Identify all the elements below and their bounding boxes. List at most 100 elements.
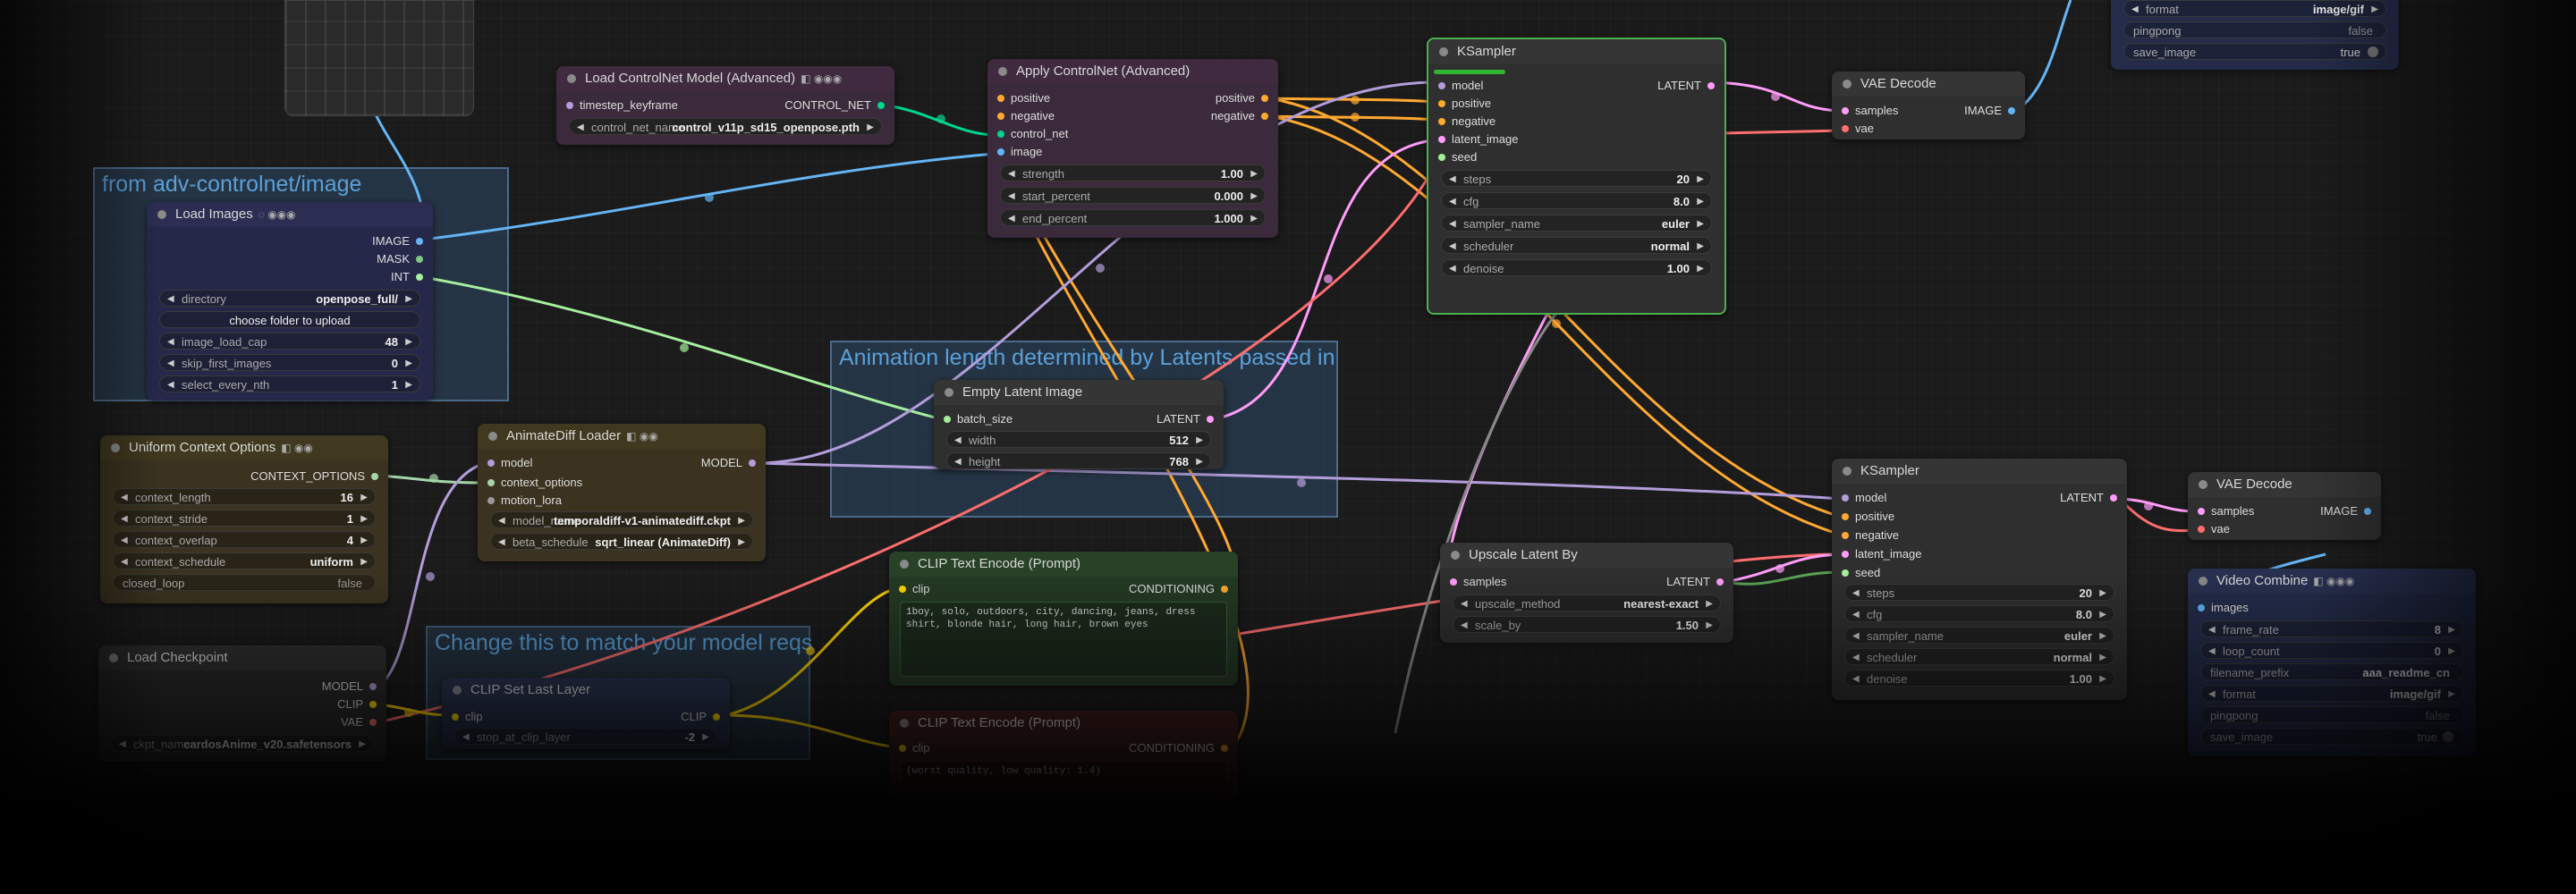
node-graph-canvas[interactable]: from adv-controlnet/image Animation leng… bbox=[0, 0, 2576, 894]
node-header[interactable]: KSampler bbox=[1428, 39, 1724, 64]
node-header[interactable]: Uniform Context Options ◧ ◉◉ bbox=[100, 435, 388, 460]
output-positive[interactable]: positive bbox=[1216, 89, 1268, 107]
widget-scheduler[interactable]: ◀ scheduler normal ▶ bbox=[1844, 648, 2114, 665]
input-latent-image[interactable]: latent_image bbox=[1842, 545, 1921, 563]
output-conditioning[interactable]: CONDITIONING bbox=[1129, 580, 1228, 598]
widget-format[interactable]: ◀ format image/gif ▶ bbox=[2200, 685, 2463, 702]
input-negative[interactable]: negative bbox=[1438, 113, 1496, 131]
output-image[interactable]: IMAGE bbox=[372, 232, 423, 250]
node-header[interactable]: CLIP Text Encode (Prompt) bbox=[889, 711, 1238, 736]
output-latent[interactable]: LATENT bbox=[1666, 573, 1724, 591]
input-image[interactable]: image bbox=[997, 143, 1042, 161]
output-model[interactable]: MODEL bbox=[322, 678, 377, 696]
widget-closed-loop[interactable]: closed_loop false bbox=[113, 574, 376, 591]
widget-cfg[interactable]: ◀ cfg 8.0 ▶ bbox=[1844, 605, 2114, 622]
widget-select-every-nth[interactable]: ◀ select_every_nth 1 ▶ bbox=[159, 375, 420, 392]
widget-scale-by[interactable]: ◀ scale_by 1.50 ▶ bbox=[1453, 616, 1721, 633]
widget-model-name[interactable]: ◀ model_name temporaldiff-v1-animatediff.c… bbox=[490, 511, 753, 528]
input-clip[interactable]: clip bbox=[452, 708, 483, 726]
output-conditioning[interactable]: CONDITIONING bbox=[1129, 739, 1228, 757]
widget-context-schedule[interactable]: ◀ context_schedule uniform ▶ bbox=[113, 552, 376, 569]
input-negative[interactable]: negative bbox=[997, 107, 1055, 125]
widget-upscale-method[interactable]: ◀ upscale_method nearest-exact ▶ bbox=[1453, 595, 1721, 611]
node-upscale-latent[interactable]: Upscale Latent By samples LATENT ◀ upscal… bbox=[1440, 543, 1733, 643]
widget-height[interactable]: ◀ height 768 ▶ bbox=[946, 452, 1211, 469]
widget-stop-at-clip-layer[interactable]: ◀ stop_at_clip_layer -2 ▶ bbox=[454, 728, 717, 745]
node-clip-text-positive[interactable]: CLIP Text Encode (Prompt) clip CONDITION… bbox=[889, 552, 1238, 686]
input-samples[interactable]: samples bbox=[1450, 573, 1506, 591]
input-positive[interactable]: positive bbox=[1842, 508, 1894, 526]
widget-control-net-name[interactable]: ◀ control_net_name control_v11p_sd15_openp… bbox=[569, 118, 882, 135]
node-header[interactable]: KSampler bbox=[1832, 459, 2127, 484]
node-header[interactable]: VAE Decode bbox=[2188, 472, 2381, 497]
node-clip-set-last-layer[interactable]: CLIP Set Last Layer clip CLIP ◀ stop_at_c… bbox=[442, 678, 730, 749]
widget-denoise[interactable]: ◀ denoise 1.00 ▶ bbox=[1441, 259, 1712, 276]
output-latent[interactable]: LATENT bbox=[1657, 77, 1715, 95]
node-header[interactable]: CLIP Text Encode (Prompt) bbox=[889, 552, 1238, 577]
widget-filename-prefix[interactable]: filename_prefix aaa_readme_cn bbox=[2200, 663, 2463, 680]
widget-pingpong[interactable]: pingpong false bbox=[2200, 706, 2463, 723]
output-model[interactable]: MODEL bbox=[701, 454, 756, 472]
widget-start-percent[interactable]: ◀ start_percent 0.000 ▶ bbox=[1000, 187, 1266, 204]
widget-format[interactable]: ◀ format image/gif ▶ bbox=[2123, 0, 2386, 17]
node-empty-latent[interactable]: Empty Latent Image batch_size LATENT ◀ wi… bbox=[934, 380, 1224, 469]
widget-sampler-name[interactable]: ◀ sampler_name euler ▶ bbox=[1844, 627, 2114, 644]
widget-denoise[interactable]: ◀ denoise 1.00 ▶ bbox=[1844, 670, 2114, 687]
input-vae[interactable]: vae bbox=[2198, 520, 2230, 538]
output-latent[interactable]: LATENT bbox=[1157, 410, 1214, 428]
widget-loop-count[interactable]: ◀ loop_count 0 ▶ bbox=[2200, 642, 2463, 659]
input-clip[interactable]: clip bbox=[899, 739, 930, 757]
node-ksampler-1[interactable]: KSampler model LATENT positive negative … bbox=[1427, 38, 1726, 315]
output-int[interactable]: INT bbox=[391, 268, 423, 286]
input-vae[interactable]: vae bbox=[1842, 120, 1874, 138]
widget-beta-schedule[interactable]: ◀ beta_schedule sqrt_linear (AnimateDiff) ▶ bbox=[490, 533, 753, 550]
widget-width[interactable]: ◀ width 512 ▶ bbox=[946, 431, 1211, 448]
node-header[interactable]: Empty Latent Image bbox=[934, 380, 1224, 405]
node-animatediff-loader[interactable]: AnimateDiff Loader ◧ ◉◉ model MODEL conte… bbox=[478, 424, 766, 561]
output-vae[interactable]: VAE bbox=[341, 713, 377, 731]
input-samples[interactable]: samples bbox=[1842, 102, 1898, 120]
input-seed[interactable]: seed bbox=[1438, 148, 1477, 166]
output-clip[interactable]: CLIP bbox=[681, 708, 720, 726]
widget-save-image[interactable]: save_image true bbox=[2123, 43, 2386, 60]
input-images[interactable]: images bbox=[2198, 599, 2249, 617]
input-clip[interactable]: clip bbox=[899, 580, 930, 598]
input-context-options[interactable]: context_options bbox=[487, 474, 582, 492]
node-header[interactable]: Apply ControlNet (Advanced) bbox=[987, 59, 1278, 84]
output-control-net[interactable]: CONTROL_NET bbox=[784, 97, 885, 114]
input-positive[interactable]: positive bbox=[997, 89, 1050, 107]
choose-folder-button[interactable]: choose folder to upload bbox=[159, 311, 420, 328]
node-vae-decode-2[interactable]: VAE Decode samples IMAGE vae bbox=[2188, 472, 2381, 540]
node-header[interactable]: Load ControlNet Model (Advanced) ◧ ◉◉◉ bbox=[556, 66, 894, 91]
widget-context-length[interactable]: ◀ context_length 16 ▶ bbox=[113, 488, 376, 505]
node-header[interactable]: Load Images ◌ ◉◉◉ bbox=[147, 202, 433, 227]
input-negative[interactable]: negative bbox=[1842, 527, 1899, 544]
input-timestep-keyframe[interactable]: timestep_keyframe bbox=[566, 97, 678, 114]
widget-save-image[interactable]: save_image true bbox=[2200, 728, 2463, 745]
node-apply-controlnet[interactable]: Apply ControlNet (Advanced) positive pos… bbox=[987, 59, 1278, 238]
input-seed[interactable]: seed bbox=[1842, 564, 1880, 582]
node-clip-text-negative[interactable]: CLIP Text Encode (Prompt) clip CONDITION… bbox=[889, 711, 1238, 809]
input-control-net[interactable]: control_net bbox=[997, 125, 1068, 143]
widget-pingpong[interactable]: pingpong false bbox=[2123, 21, 2386, 38]
node-video-combine[interactable]: Video Combine ◧ ◉◉◉ images ◀ frame_rate 8 ▶ … bbox=[2188, 569, 2476, 756]
node-header[interactable]: Upscale Latent By bbox=[1440, 543, 1733, 568]
output-context-options[interactable]: CONTEXT_OPTIONS bbox=[250, 468, 378, 485]
output-clip[interactable]: CLIP bbox=[337, 696, 377, 713]
prompt-textarea[interactable]: (worst quality, low quality: 1.4) bbox=[900, 761, 1227, 800]
node-header[interactable]: Load Checkpoint bbox=[98, 645, 386, 670]
output-image[interactable]: IMAGE bbox=[2320, 502, 2371, 520]
output-image[interactable]: IMAGE bbox=[1964, 102, 2015, 120]
node-header[interactable]: VAE Decode bbox=[1832, 72, 2025, 97]
widget-cfg[interactable]: ◀ cfg 8.0 ▶ bbox=[1441, 192, 1712, 209]
node-header[interactable]: CLIP Set Last Layer bbox=[442, 678, 730, 703]
widget-context-overlap[interactable]: ◀ context_overlap 4 ▶ bbox=[113, 531, 376, 548]
node-vae-decode-1[interactable]: VAE Decode samples IMAGE vae bbox=[1832, 72, 2025, 139]
widget-context-stride[interactable]: ◀ context_stride 1 ▶ bbox=[113, 510, 376, 527]
output-latent[interactable]: LATENT bbox=[2060, 489, 2117, 507]
node-uniform-context[interactable]: Uniform Context Options ◧ ◉◉ CONTEXT_OPTI… bbox=[100, 435, 388, 603]
input-model[interactable]: model bbox=[1438, 77, 1483, 95]
widget-sampler-name[interactable]: ◀ sampler_name euler ▶ bbox=[1441, 215, 1712, 232]
widget-steps[interactable]: ◀ steps 20 ▶ bbox=[1441, 170, 1712, 187]
input-motion-lora[interactable]: motion_lora bbox=[487, 492, 562, 510]
